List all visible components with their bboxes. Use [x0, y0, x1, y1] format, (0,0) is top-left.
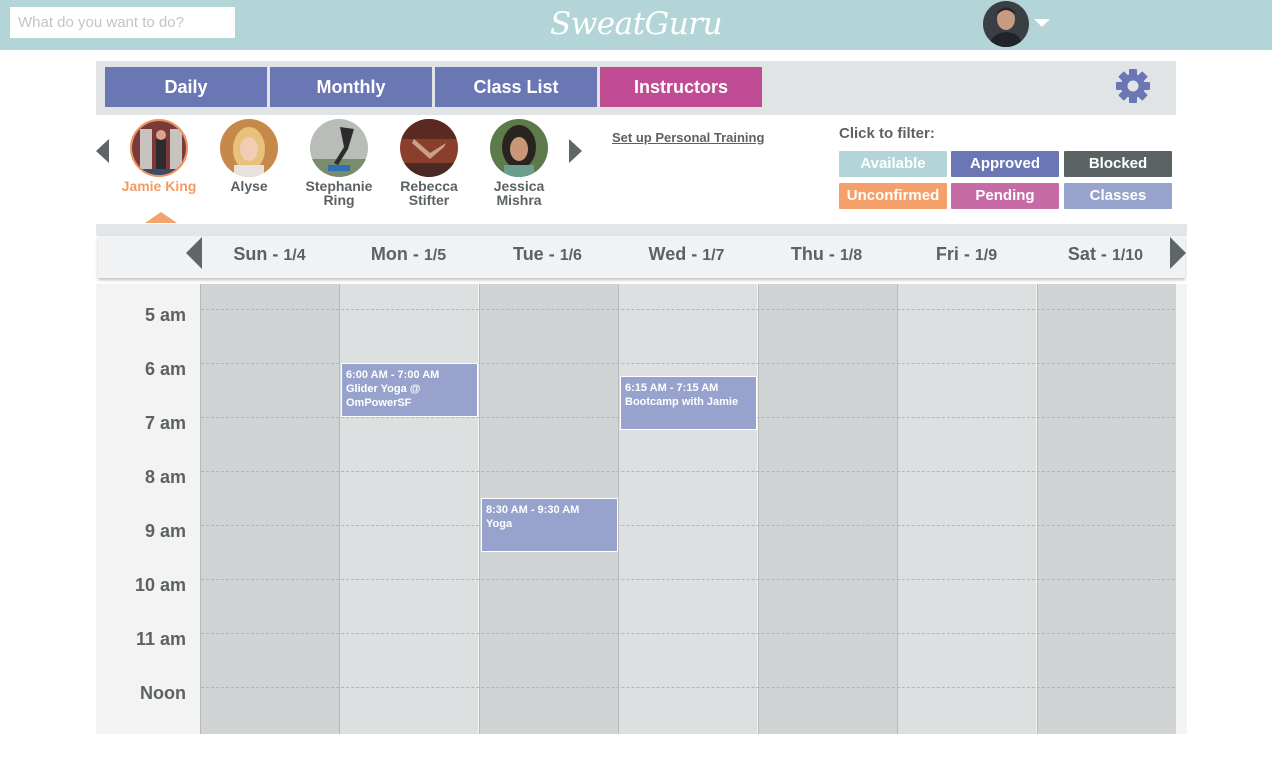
day-date: 1/5: [423, 247, 447, 264]
hour-label: 10 am: [134, 575, 186, 595]
tab-daily[interactable]: Daily: [105, 67, 267, 107]
day-name: Mon -: [370, 244, 424, 264]
hour-label: 8 am: [144, 467, 186, 487]
day-header-tue[interactable]: Tue - 1/6: [478, 244, 617, 265]
top-bar: SweatGuru: [0, 0, 1272, 50]
hour-label: 7 am: [144, 413, 186, 433]
day-name: Fri -: [935, 244, 975, 264]
search-input[interactable]: [10, 7, 235, 38]
instructor-jamie-king[interactable]: Jamie King: [114, 119, 204, 193]
hour-label: 6 am: [144, 359, 186, 379]
day-date: 1/10: [1111, 247, 1144, 264]
day-column-mon[interactable]: [339, 284, 478, 734]
filter-pending[interactable]: Pending: [951, 183, 1059, 209]
day-header-wed[interactable]: Wed - 1/7: [617, 244, 756, 265]
hour-label: Noon: [140, 683, 186, 703]
day-name: Sat -: [1067, 244, 1112, 264]
instructor-stephanie-ring[interactable]: Stephanie Ring: [294, 119, 384, 207]
day-column-thu[interactable]: [758, 284, 897, 734]
day-date: 1/9: [974, 247, 998, 264]
day-date: 1/4: [283, 247, 306, 264]
hour-line: [201, 525, 1175, 526]
filter-classes[interactable]: Classes: [1064, 183, 1172, 209]
day-column-sat[interactable]: [1037, 284, 1176, 734]
instructor-photo: [130, 119, 188, 177]
instructors-next-arrow-icon[interactable]: [569, 139, 582, 163]
day-name: Tue -: [513, 244, 560, 264]
instructor-name: Jessica Mishra: [493, 178, 545, 208]
day-header-sat[interactable]: Sat - 1/10: [1036, 244, 1175, 265]
instructor-rebecca-stifter[interactable]: Rebecca Stifter: [384, 119, 474, 207]
calendar-event[interactable]: 6:15 AM - 7:15 AM Bootcamp with Jamie: [620, 376, 757, 430]
calendar-event[interactable]: 8:30 AM - 9:30 AM Yoga: [481, 498, 618, 552]
settings-gear-icon[interactable]: [1116, 69, 1150, 103]
week-header-band: [96, 224, 1187, 236]
instructor-jessica-mishra[interactable]: Jessica Mishra: [474, 119, 564, 207]
filter-approved[interactable]: Approved: [951, 151, 1059, 177]
hour-label: 11 am: [135, 629, 186, 649]
day-column-wed[interactable]: [618, 284, 757, 734]
day-column-fri[interactable]: [897, 284, 1036, 734]
event-time: 6:00 AM - 7:00 AM: [346, 369, 440, 381]
calendar-event[interactable]: 6:00 AM - 7:00 AM Glider Yoga @ OmPowerS…: [341, 363, 478, 417]
instructor-alyse[interactable]: Alyse: [204, 119, 294, 193]
user-menu-chevron-down-icon[interactable]: [1034, 19, 1050, 27]
personal-training-link[interactable]: Set up Personal Training: [612, 130, 764, 145]
day-date: 1/7: [702, 247, 725, 264]
instructor-name: Alyse: [230, 178, 268, 194]
day-date: 1/6: [559, 247, 582, 264]
day-name: Wed -: [648, 244, 703, 264]
day-name: Sun -: [233, 244, 284, 264]
hour-line: [201, 687, 1175, 688]
tab-class-list[interactable]: Class List: [435, 67, 597, 107]
filter-blocked[interactable]: Blocked: [1064, 151, 1172, 177]
event-title: Glider Yoga @ OmPowerSF: [346, 383, 421, 409]
instructor-name: Rebecca Stifter: [400, 178, 458, 208]
instructor-photo: [400, 119, 458, 177]
filter-title: Click to filter:: [839, 125, 935, 142]
day-header-thu[interactable]: Thu - 1/8: [757, 244, 896, 265]
event-title: Yoga: [486, 518, 513, 530]
day-date: 1/8: [839, 247, 863, 264]
tab-instructors[interactable]: Instructors: [600, 67, 762, 107]
hour-line: [201, 633, 1175, 634]
hour-label: 5 am: [144, 305, 186, 325]
user-avatar[interactable]: [983, 1, 1029, 47]
tab-monthly[interactable]: Monthly: [270, 67, 432, 107]
day-name: Thu -: [790, 244, 840, 264]
filter-unconfirmed[interactable]: Unconfirmed: [839, 183, 947, 209]
hour-line: [201, 309, 1175, 310]
day-header-mon[interactable]: Mon - 1/5: [339, 244, 478, 265]
hour-label: 9 am: [144, 521, 186, 541]
day-header-fri[interactable]: Fri - 1/9: [897, 244, 1036, 265]
hour-line: [201, 471, 1175, 472]
event-time: 6:15 AM - 7:15 AM: [625, 382, 719, 394]
instructor-photo: [310, 119, 368, 177]
instructor-photo: [220, 119, 278, 177]
filter-available[interactable]: Available: [839, 151, 947, 177]
instructor-name: Jamie King: [121, 178, 197, 194]
hour-line: [201, 579, 1175, 580]
event-time: 8:30 AM - 9:30 AM: [486, 504, 580, 516]
view-tabs-bar: Daily Monthly Class List Instructors: [96, 61, 1176, 115]
instructor-photo: [490, 119, 548, 177]
day-column-sun[interactable]: [200, 284, 339, 734]
instructor-name: Stephanie Ring: [305, 178, 373, 208]
sweatguru-logo[interactable]: SweatGuru: [550, 2, 723, 46]
day-header-sun[interactable]: Sun - 1/4: [200, 244, 339, 265]
instructors-prev-arrow-icon[interactable]: [96, 139, 109, 163]
event-title: Bootcamp with Jamie: [625, 396, 739, 408]
selected-instructor-indicator: [145, 212, 177, 223]
